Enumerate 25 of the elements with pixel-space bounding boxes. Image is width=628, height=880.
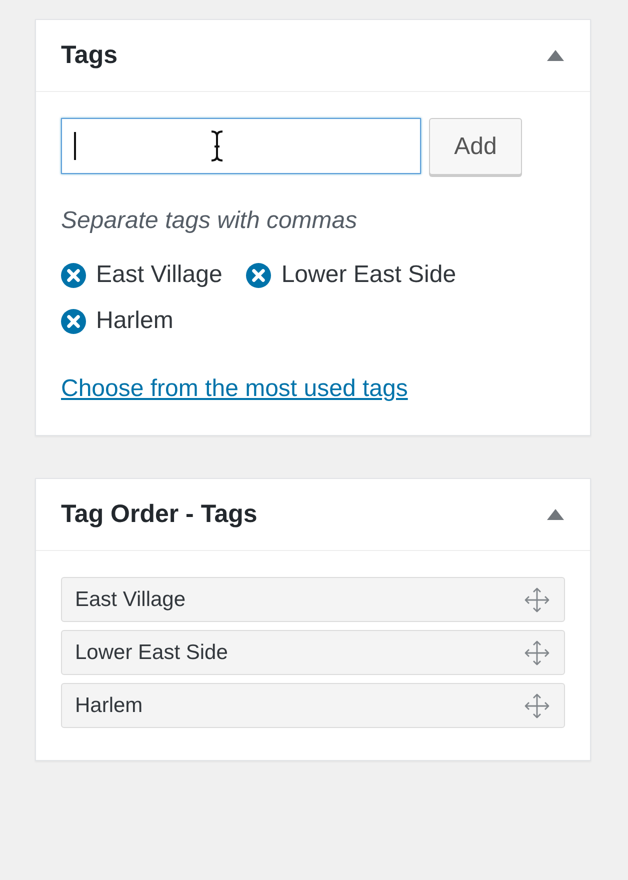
- i-beam-cursor-icon: [210, 130, 224, 162]
- remove-icon[interactable]: [61, 262, 86, 288]
- move-icon: [524, 692, 550, 718]
- remove-icon[interactable]: [246, 262, 272, 288]
- move-icon: [524, 640, 550, 666]
- remove-icon[interactable]: [61, 308, 86, 334]
- sortable-tag-item[interactable]: East Village: [61, 577, 565, 622]
- tag-label: East Village: [75, 588, 186, 612]
- hint-text: Separate tags with commas: [61, 206, 358, 236]
- tag-label: East Village: [96, 261, 222, 289]
- tag-input-field[interactable]: [61, 118, 421, 174]
- most-used-tags-link[interactable]: Choose from the most used tags: [61, 374, 408, 404]
- tag-label: Harlem: [75, 694, 143, 718]
- sortable-tag-item[interactable]: Harlem: [61, 683, 565, 728]
- tag-label: Lower East Side: [281, 261, 456, 289]
- panel-title: Tag Order - Tags: [61, 500, 258, 529]
- tag-label: Harlem: [96, 307, 174, 335]
- tag-label: Lower East Side: [75, 640, 228, 664]
- move-icon: [524, 586, 550, 612]
- caret-up-icon[interactable]: [547, 50, 564, 61]
- sortable-tag-item[interactable]: Lower East Side: [61, 630, 565, 675]
- text-caret: [74, 132, 76, 160]
- add-button[interactable]: Add: [429, 118, 522, 175]
- caret-up-icon[interactable]: [547, 509, 564, 520]
- panel-title: Tags: [61, 41, 118, 70]
